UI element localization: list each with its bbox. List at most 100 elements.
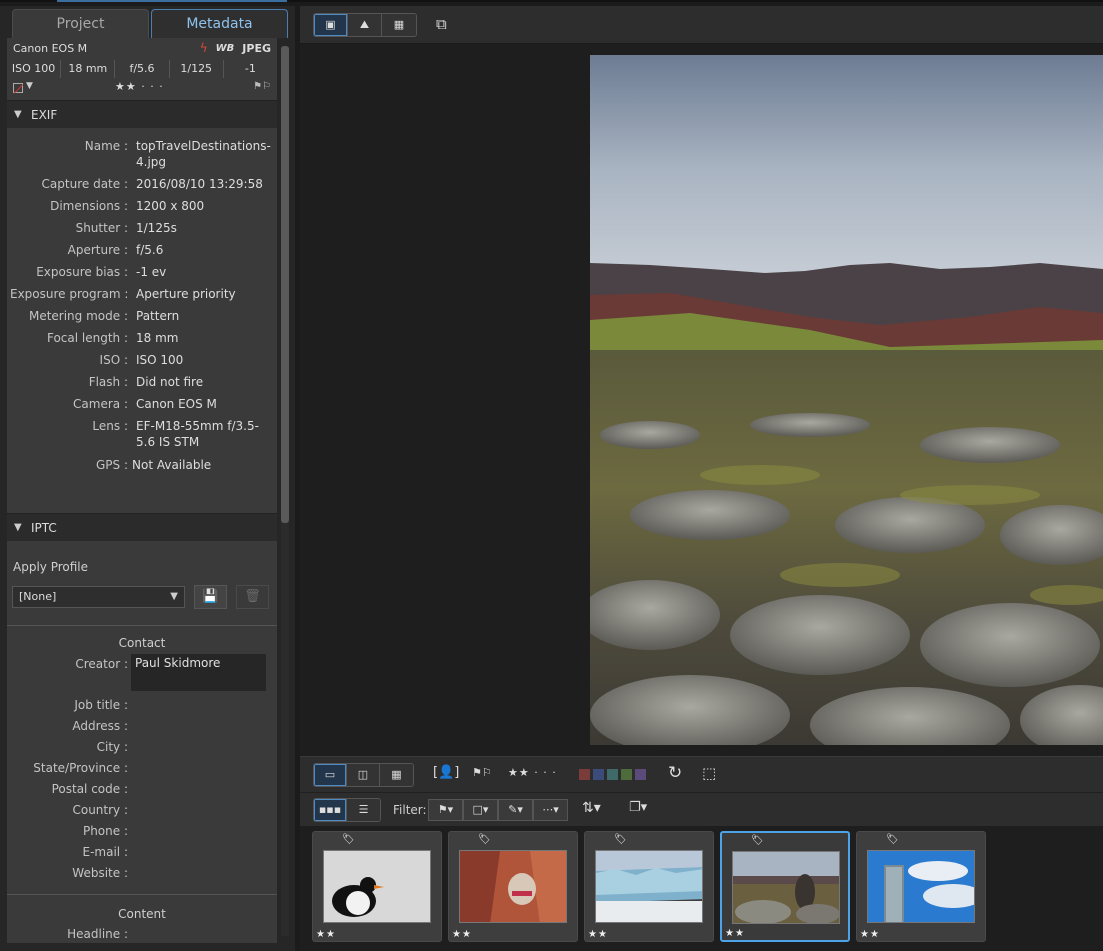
exif-key: Shutter : — [75, 221, 128, 235]
rating-stars[interactable]: ★★ · · · — [508, 766, 557, 779]
tab-project[interactable]: Project — [12, 9, 149, 38]
color-swatch[interactable] — [579, 769, 590, 780]
filmstrip-thumbnail[interactable]: 🏷 ★★ — [312, 831, 442, 942]
view-toolbar: ▣ ⛰ ▦ ⧉ — [300, 6, 1103, 44]
pencil-icon: ✎▾ — [508, 803, 523, 816]
color-swatch[interactable] — [621, 769, 632, 780]
stack-icon: ❐▾ — [629, 800, 648, 815]
exif-key: Capture date : — [41, 177, 128, 191]
delete-profile-button[interactable]: 🗑 — [236, 585, 269, 609]
scrollbar-thumb[interactable] — [281, 46, 289, 523]
viewer-mode-button[interactable]: ▣ — [314, 14, 348, 36]
creator-field[interactable]: Paul Skidmore — [131, 654, 266, 691]
iptc-section-header[interactable]: ▼ IPTC — [7, 513, 277, 541]
flag-filter-icon: ⚑▾ — [437, 803, 454, 816]
exif-section-header[interactable]: ▼ EXIF — [7, 100, 277, 128]
color-filter-dropdown[interactable]: □▾ — [463, 799, 498, 821]
exif-value: 18 mm — [136, 331, 179, 345]
filmstrip-layout-switch: ▪▪▪ ☰ — [313, 798, 381, 822]
chevron-down-icon: ▼ — [170, 591, 178, 602]
filmstrip-thumbnail[interactable]: 🏷 ★★ — [584, 831, 714, 942]
lava-field-photo — [590, 55, 1103, 745]
star-rating[interactable]: ★★ · · · — [115, 80, 164, 93]
second-screen-button[interactable]: ⧉ — [436, 15, 447, 33]
white-balance-badge: WB — [215, 42, 235, 54]
apply-profile-label: Apply Profile — [13, 560, 89, 574]
thumbnail-layout-button[interactable]: ▪▪▪ — [314, 799, 347, 821]
exif-value: Pattern — [136, 309, 180, 323]
tag-icon[interactable]: 🏷 — [614, 834, 627, 845]
trash-icon: 🗑 — [244, 589, 261, 604]
flag-icon[interactable]: ⚑⚐ — [253, 81, 271, 92]
tag-icon[interactable]: 🏷 — [478, 834, 491, 845]
contact-heading: Contact — [118, 636, 166, 650]
compare-view-button[interactable]: ◫ — [347, 764, 380, 786]
multi-view-button[interactable]: ▦ — [380, 764, 413, 786]
exposure-value: -1 — [244, 62, 256, 75]
exif-value: Canon EOS M — [136, 397, 217, 411]
chevron-down-icon[interactable]: ▼ — [26, 81, 33, 91]
grid-mode-button[interactable]: ▦ — [382, 14, 416, 36]
exif-value: f/5.6 — [136, 243, 164, 257]
filter-label: Filter: — [393, 803, 427, 817]
exif-key: Focal length : — [46, 331, 128, 345]
exif-value: Not Available — [132, 458, 212, 472]
sidebar-scrollbar[interactable] — [281, 46, 289, 936]
filmstrip-thumbnail[interactable]: 🏷 ★★ — [856, 831, 986, 942]
flag-filter-dropdown[interactable]: ⚑▾ — [428, 799, 463, 821]
contact-field-label: State/Province : — [33, 761, 128, 775]
thumbnail-image — [595, 850, 703, 923]
shot-settings: ISO 100 18 mm f/5.6 1/125 -1 — [7, 60, 277, 78]
filmstrip-thumbnail[interactable]: 🏷 ★★ — [720, 831, 850, 942]
more-icon: ⋯▾ — [542, 803, 559, 816]
exif-value: ISO 100 — [136, 353, 184, 367]
tag-icon[interactable]: 🏷 — [342, 834, 355, 845]
contact-field-label: Postal code : — [51, 782, 128, 796]
view-mode-switch: ▣ ⛰ ▦ — [313, 13, 417, 37]
tab-metadata[interactable]: Metadata — [151, 9, 288, 38]
list-icon: ☰ — [358, 803, 369, 816]
more-filter-dropdown[interactable]: ⋯▾ — [533, 799, 568, 821]
exif-key: Camera : — [73, 397, 128, 411]
thumbnail-image — [459, 850, 567, 923]
divider — [7, 894, 277, 895]
exif-value: Aperture priority — [136, 287, 236, 301]
iso-value: ISO 100 — [7, 60, 62, 78]
color-label-swatches — [579, 769, 646, 780]
list-layout-button[interactable]: ☰ — [347, 799, 380, 821]
exif-key: Exposure bias : — [36, 265, 128, 279]
face-detect-button[interactable]: [👤] — [433, 765, 459, 780]
exif-key: Exposure program : — [10, 287, 129, 301]
contact-field-label: City : — [96, 740, 128, 754]
flash-off-icon: ϟ — [199, 41, 208, 55]
flag-button[interactable]: ⚑⚐ — [472, 766, 492, 779]
save-profile-button[interactable]: 💾 — [194, 585, 227, 609]
profile-select[interactable]: [None] ▼ — [12, 586, 185, 608]
metadata-sidebar: Project Metadata Canon EOS M ϟ WB JPEG I… — [0, 6, 295, 951]
creator-label: Creator : — [75, 657, 128, 671]
flag-icon: ⚑⚐ — [472, 766, 492, 779]
headline-label: Headline : — [67, 927, 128, 941]
edit-filter-dropdown[interactable]: ✎▾ — [498, 799, 533, 821]
fullscreen-mode-button[interactable]: ⛰ — [348, 14, 382, 36]
thumbnail-rating: ★★ — [452, 929, 472, 940]
exif-key: Aperture : — [67, 243, 128, 257]
filmstrip-thumbnail[interactable]: 🏷 ★★ — [448, 831, 578, 942]
color-swatch[interactable] — [635, 769, 646, 780]
rotate-button[interactable]: ↻ — [668, 763, 682, 783]
single-view-button[interactable]: ▭ — [314, 764, 347, 786]
tag-icon[interactable]: 🏷 — [886, 834, 899, 845]
tag-icon[interactable]: 🏷 — [751, 835, 764, 846]
stack-button[interactable]: ❐▾ — [629, 800, 647, 815]
sort-button[interactable]: ⇅▾ — [582, 800, 601, 816]
divider — [7, 625, 277, 626]
crop-button[interactable]: ⬚ — [702, 764, 716, 782]
rotate-icon: ↻ — [668, 763, 683, 783]
color-swatch[interactable] — [593, 769, 604, 780]
collapse-triangle-icon: ▼ — [14, 109, 22, 120]
exif-key: Flash : — [88, 375, 128, 389]
color-swatch[interactable] — [607, 769, 618, 780]
thumbnail-rating: ★★ — [725, 928, 745, 939]
color-label-icon[interactable] — [13, 83, 23, 93]
metadata-panel: Canon EOS M ϟ WB JPEG ISO 100 18 mm f/5.… — [7, 38, 277, 943]
